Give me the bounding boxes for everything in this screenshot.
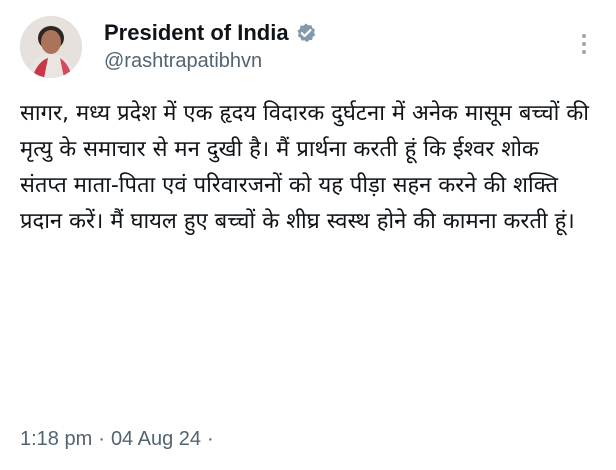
tweet-card: President of India @rashtrapatibhvn सागर… — [0, 0, 616, 470]
avatar-image — [20, 16, 82, 78]
verified-badge-icon — [295, 22, 317, 44]
tweet-date[interactable]: 04 Aug 24 — [111, 428, 201, 451]
more-options-icon[interactable] — [574, 30, 594, 58]
more-dot — [582, 42, 586, 46]
meta-separator-trailing: · — [207, 428, 214, 450]
avatar[interactable] — [20, 16, 82, 78]
tweet-text: सागर, मध्य प्रदेश में एक हृदय विदारक दुर… — [20, 101, 596, 234]
author-display-name[interactable]: President of India — [104, 20, 289, 46]
more-dot — [582, 34, 586, 38]
author-handle[interactable]: @rashtrapatibhvn — [104, 50, 262, 73]
more-dot — [582, 50, 586, 54]
author-name-row[interactable]: President of India — [104, 18, 317, 48]
tweet-time[interactable]: 1:18 pm — [20, 428, 92, 451]
meta-separator: · — [98, 428, 105, 450]
tweet-timestamp-row: 1:18 pm · 04 Aug 24 · — [20, 428, 214, 451]
